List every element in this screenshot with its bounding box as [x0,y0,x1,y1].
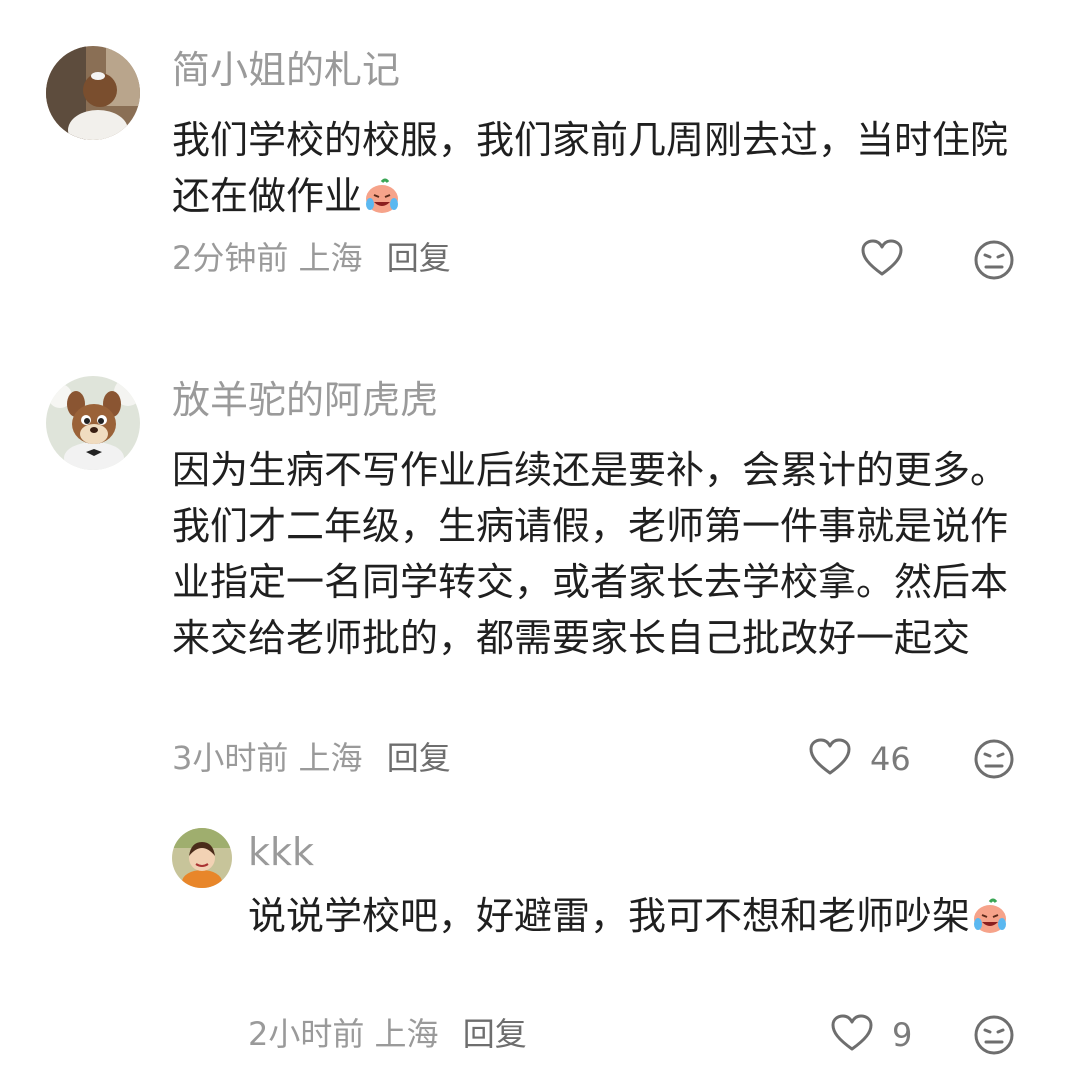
avatar[interactable] [172,828,232,888]
comment-time: 2分钟前 [172,239,289,277]
comment-text: 我们学校的校服，我们家前几周刚去过，当时住院还在做作业 [172,112,1022,232]
meh-face-icon [972,739,1016,785]
cry-laugh-emoji [362,176,402,232]
comment-time: 2小时前 [248,1015,365,1053]
like-button[interactable]: 46 [808,737,911,781]
avatar[interactable] [46,46,140,140]
avatar[interactable] [46,376,140,470]
comment-meta: 2小时前 上海 回复 [248,1012,527,1056]
meh-face-icon [972,240,1016,286]
reply-button[interactable]: 回复 [387,739,451,777]
heart-outline-icon [808,737,852,781]
comment-text: 因为生病不写作业后续还是要补，会累计的更多。我们才二年级，生病请假，老师第一件事… [172,448,1009,660]
dislike-button[interactable] [972,1013,1016,1061]
comment-author[interactable]: 简小姐的札记 [172,46,400,94]
reply-button[interactable]: 回复 [463,1015,527,1053]
like-button[interactable]: 9 [830,1013,912,1057]
like-count: 46 [870,740,911,778]
dislike-button[interactable] [972,737,1016,785]
comment-meta: 3小时前 上海 回复 [172,736,451,780]
cry-laugh-emoji [970,896,1010,952]
like-count: 9 [892,1016,913,1054]
reply-button[interactable]: 回复 [387,239,451,277]
dislike-button[interactable] [972,238,1016,286]
comment-location: 上海 [374,1015,439,1053]
meh-face-icon [972,1015,1016,1061]
comment-text: 说说学校吧，好避雷，我可不想和老师吵架 [248,888,1018,952]
comment-author[interactable]: kkk [248,828,314,876]
heart-outline-icon [860,238,904,282]
heart-outline-icon [830,1013,874,1057]
comment-location: 上海 [298,739,363,777]
comment-author[interactable]: 放羊驼的阿虎虎 [172,376,438,424]
comment-meta: 2分钟前 上海 回复 [172,236,451,280]
like-button[interactable] [860,238,904,282]
comment-time: 3小时前 [172,739,289,777]
comment-location: 上海 [298,239,363,277]
